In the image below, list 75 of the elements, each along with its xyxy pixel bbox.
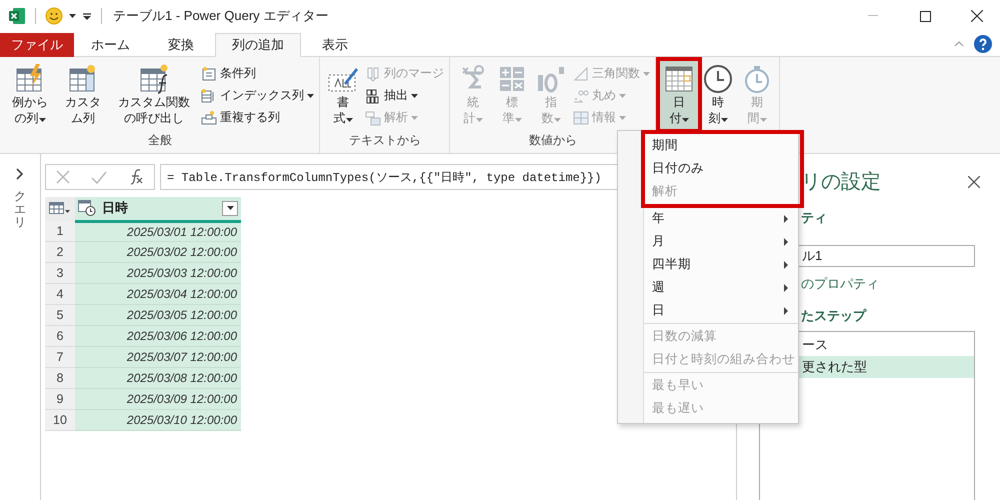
ribbon-button[interactable]: 日付 (660, 61, 698, 129)
column-header[interactable]: 日時 (75, 197, 241, 221)
ribbon-button[interactable]: インデックス列 (199, 85, 316, 106)
customize-toolbar-icon[interactable] (82, 11, 92, 21)
info-grid-icon (573, 110, 589, 126)
function-table-icon (138, 63, 170, 95)
clock-icon (702, 63, 734, 95)
table-cell: 2025/03/08 12:00:00 (75, 368, 241, 388)
ribbon-tab[interactable]: ホーム (74, 33, 147, 57)
table-cell: 2025/03/06 12:00:00 (75, 326, 241, 346)
spreadsheet-app-icon[interactable] (8, 7, 26, 25)
row-number: 8 (45, 368, 75, 388)
row-number: 7 (45, 346, 75, 368)
close-icon[interactable] (968, 176, 980, 188)
table-cell: 2025/03/09 12:00:00 (75, 388, 241, 410)
table-cell: 2025/03/02 12:00:00 (75, 242, 241, 262)
table-menu-button[interactable] (45, 197, 75, 221)
window-title: テーブル1 - Power Query エディター (113, 7, 328, 25)
menu-item[interactable]: 週 (644, 276, 798, 299)
table-cell: 2025/03/05 12:00:00 (75, 304, 241, 326)
file-tab[interactable]: ファイル (0, 33, 74, 57)
ribbon-button[interactable]: 書式 (324, 61, 362, 129)
table-cell: 2025/03/03 12:00:00 (75, 262, 241, 284)
ribbon-button[interactable]: カスタム列 (57, 61, 109, 129)
ribbon-button[interactable]: 時刻 (699, 61, 737, 129)
ribbon-button[interactable]: カスタム関数の呼び出し (110, 61, 198, 129)
row-number: 1 (45, 221, 75, 242)
caret-icon (69, 14, 76, 18)
row-number: 4 (45, 284, 75, 304)
section-heading: たステップ (801, 307, 866, 325)
group-label: 全般 (148, 132, 172, 149)
date-time-type-icon[interactable] (78, 200, 96, 216)
table-cell: 2025/03/04 12:00:00 (75, 284, 241, 304)
extract-icon (365, 88, 381, 104)
ribbon-button[interactable]: 抽出 (363, 85, 446, 106)
table-cell: 2025/03/07 12:00:00 (75, 346, 241, 368)
row-number: 10 (45, 410, 75, 430)
close-icon[interactable] (971, 10, 983, 22)
row-number: 2 (45, 242, 75, 262)
ribbon-button[interactable]: 重複する列 (199, 107, 316, 128)
group-label: 数値から (529, 132, 577, 149)
row-number: 3 (45, 262, 75, 284)
menu-item[interactable]: 期間 (644, 134, 801, 157)
menu-item[interactable]: 年 (644, 207, 798, 230)
row-number: 9 (45, 388, 75, 410)
row-number: 6 (45, 326, 75, 346)
ribbon-button[interactable]: 例からの列 (4, 61, 56, 129)
collapse-ribbon-icon[interactable] (954, 41, 964, 47)
group-label: テキストから (349, 132, 421, 149)
triangle-icon (573, 66, 589, 82)
caret-icon (226, 206, 234, 210)
parse-icon (365, 110, 381, 126)
rounding-icon (573, 88, 589, 104)
ribbon-tab[interactable]: 表示 (305, 33, 365, 57)
form-icon (201, 66, 217, 82)
table-cell: 2025/03/10 12:00:00 (75, 410, 241, 430)
table-cell: 2025/03/01 12:00:00 (75, 221, 241, 242)
help-icon[interactable] (974, 35, 992, 53)
ribbon-tab[interactable]: 変換 (151, 33, 211, 57)
section-heading: ティ (801, 209, 827, 227)
menu-item[interactable]: 日 (644, 299, 798, 322)
smiley-icon[interactable] (45, 7, 63, 25)
expand-chevron-icon[interactable] (16, 168, 24, 180)
queries-pane-label[interactable]: クエリ (14, 190, 26, 230)
table-icon[interactable] (49, 202, 71, 214)
check-icon[interactable] (90, 170, 107, 184)
merge-icon (365, 66, 381, 82)
ribbon-tab[interactable]: 列の追加 (215, 33, 301, 57)
ribbon-button[interactable]: 条件列 (199, 63, 316, 84)
row-number: 5 (45, 304, 75, 326)
duplicate-icon (201, 110, 217, 126)
maximize-icon[interactable] (920, 10, 930, 22)
filter-dropdown-button[interactable] (222, 200, 238, 216)
properties-link[interactable]: のプロパティ (801, 275, 879, 293)
pane-title: リの設定 (801, 170, 881, 195)
